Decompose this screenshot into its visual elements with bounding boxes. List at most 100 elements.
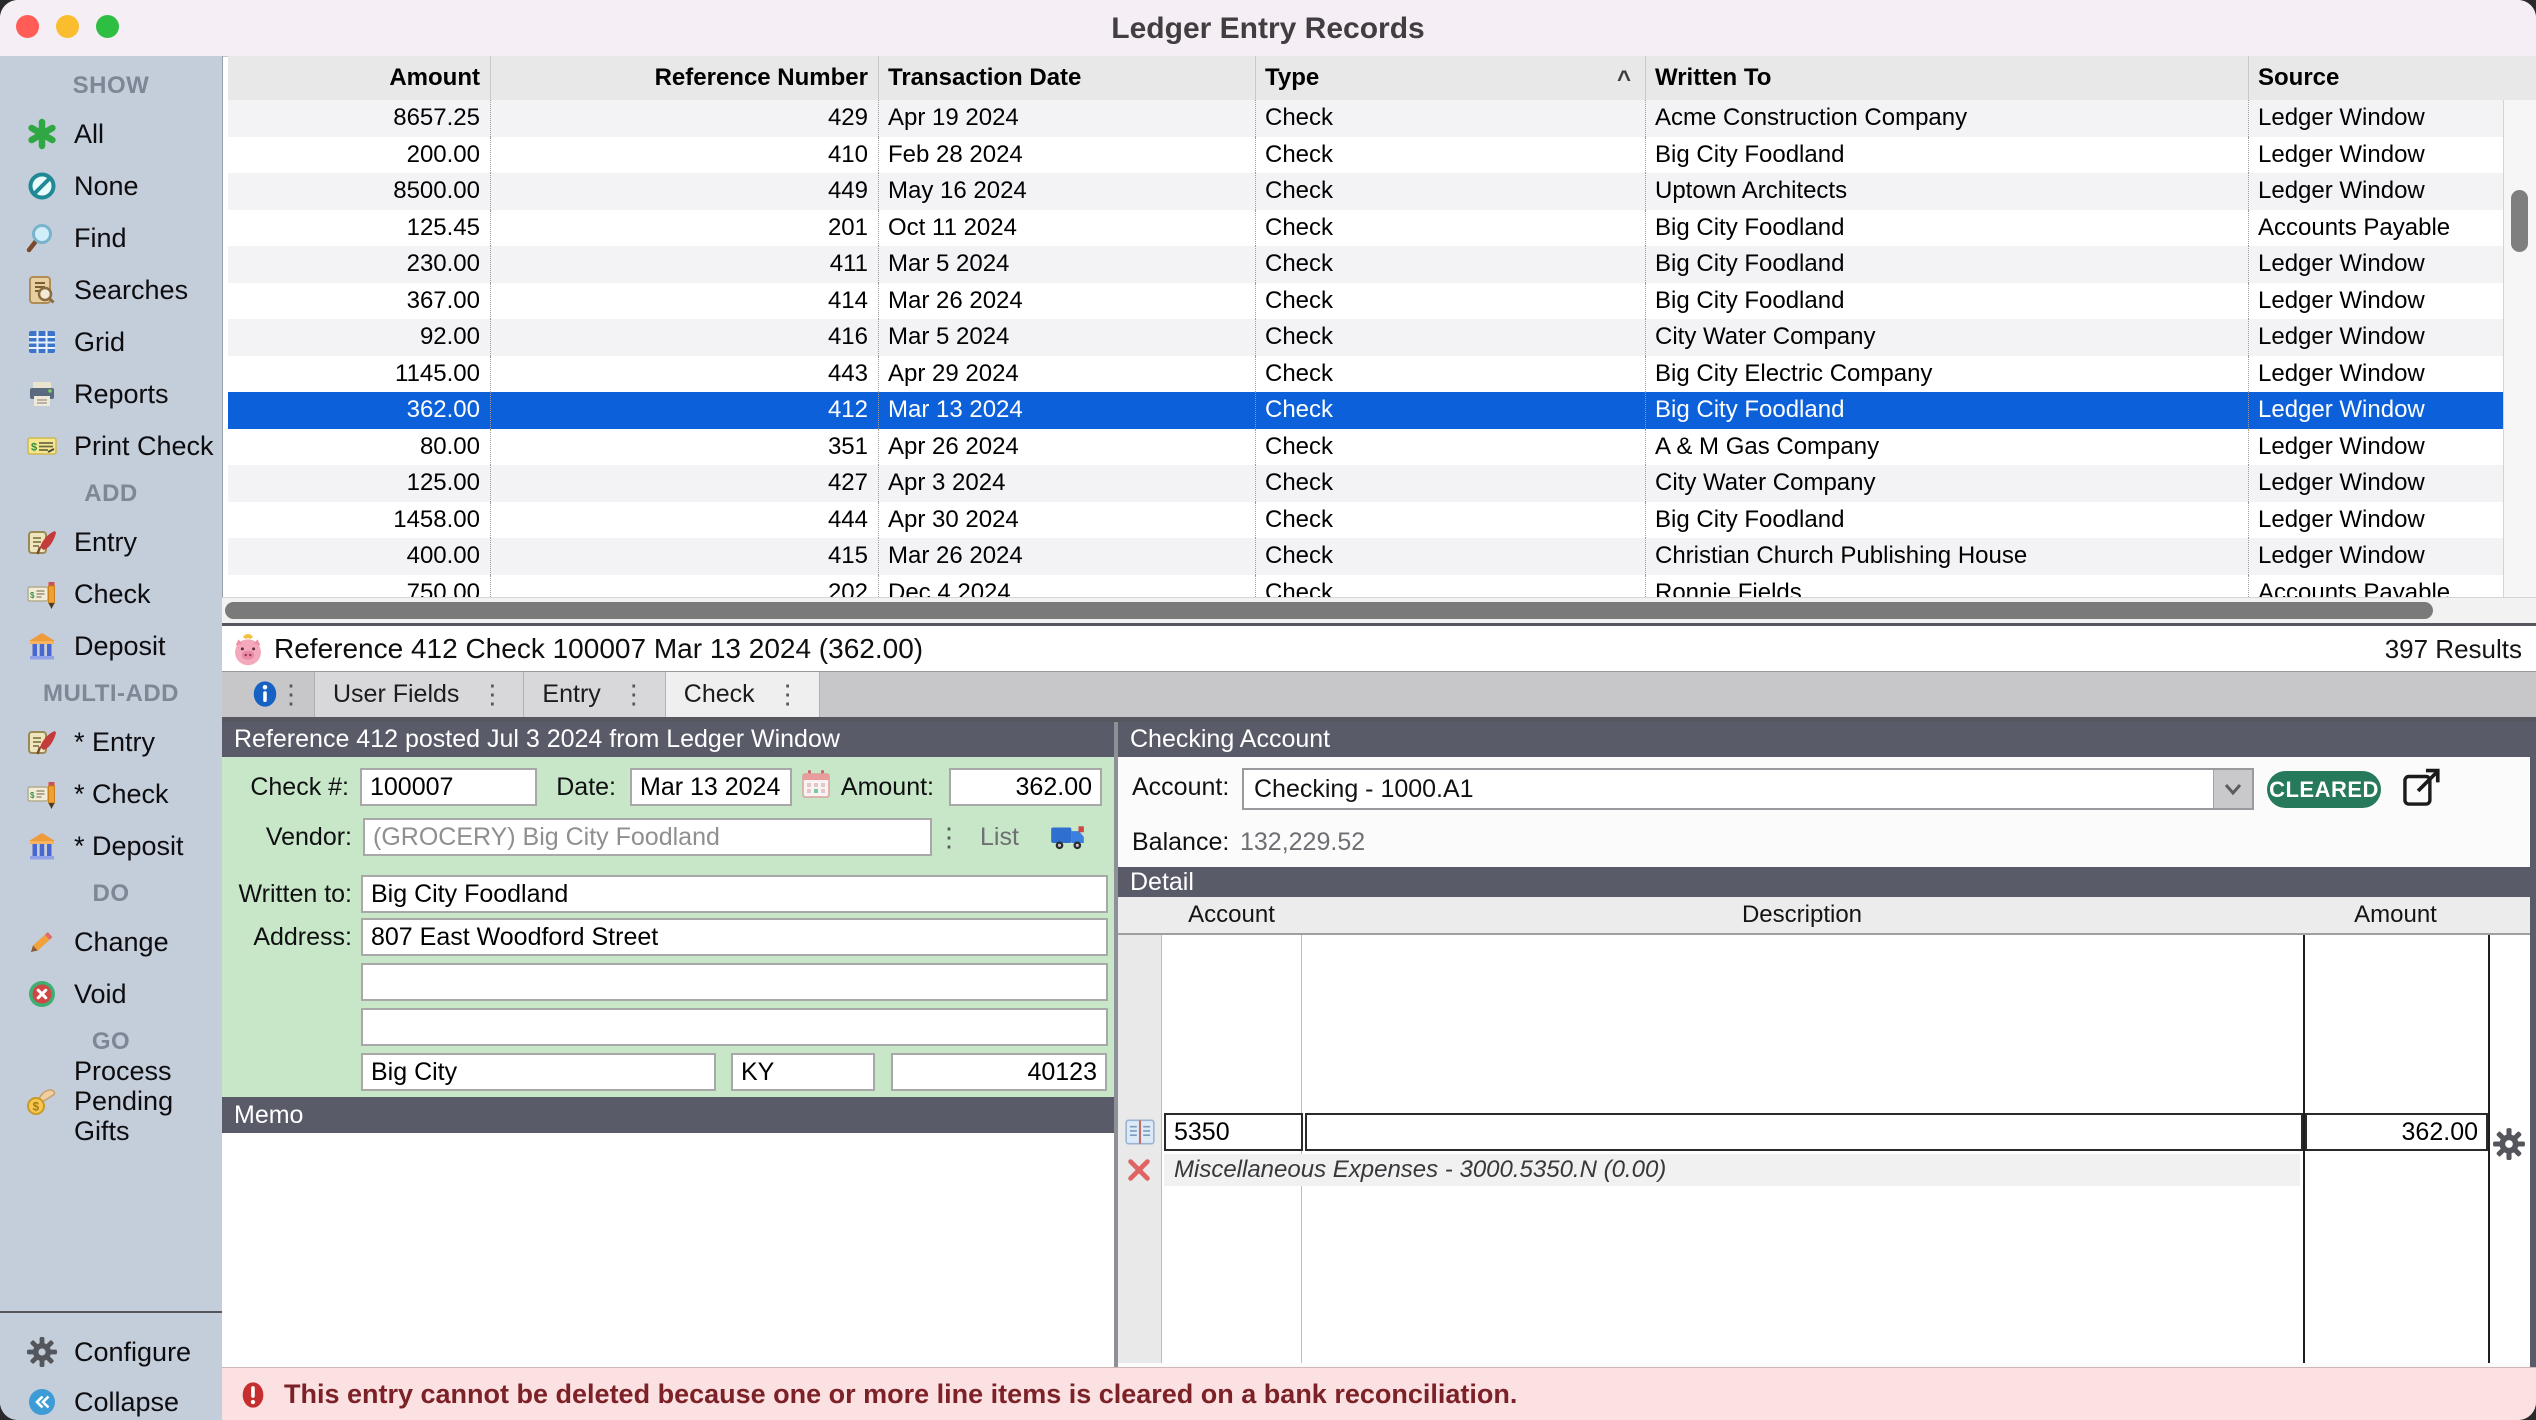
tab-menu-dots-icon[interactable]: ⋮ bbox=[621, 672, 647, 717]
cell-transaction-date: Apr 26 2024 bbox=[878, 429, 1255, 466]
sidebar-item-none[interactable]: None bbox=[0, 160, 222, 212]
column-header-transaction-date[interactable]: Transaction Date bbox=[878, 56, 1255, 100]
cell-written-to: Big City Electric Company bbox=[1645, 356, 2248, 393]
tab-info[interactable]: ⋮ bbox=[222, 672, 315, 717]
written-to-field[interactable]: Big City Foodland bbox=[361, 875, 1108, 913]
detail-description-field[interactable] bbox=[1305, 1113, 2303, 1151]
delete-line-icon[interactable] bbox=[1124, 1155, 1154, 1185]
state-field[interactable]: KY bbox=[731, 1053, 875, 1091]
date-label: Date: bbox=[522, 768, 616, 806]
memo-field[interactable] bbox=[222, 1133, 1114, 1367]
sidebar-item-searches[interactable]: Searches bbox=[0, 264, 222, 316]
table-row[interactable]: 1458.00444Apr 30 2024CheckBig City Foodl… bbox=[228, 502, 2504, 539]
detail-col-amount[interactable]: Amount bbox=[2303, 897, 2488, 933]
zip-field[interactable]: 40123 bbox=[891, 1053, 1107, 1091]
tab-user-fields[interactable]: User Fields⋮ bbox=[315, 672, 524, 717]
horizontal-scrollbar[interactable] bbox=[222, 597, 2536, 623]
sidebar-item-entry[interactable]: * Entry bbox=[0, 716, 222, 768]
sidebar-item-grid[interactable]: Grid bbox=[0, 316, 222, 368]
sidebar-item-check[interactable]: $* Check bbox=[0, 768, 222, 820]
vendor-menu-dots-icon[interactable]: ⋮ bbox=[936, 818, 962, 856]
sidebar-item-check[interactable]: $Check bbox=[0, 568, 222, 620]
row-settings-gear-icon[interactable] bbox=[2492, 1127, 2526, 1161]
tab-menu-dots-icon[interactable]: ⋮ bbox=[479, 672, 505, 717]
account-select[interactable]: Checking - 1000.A1 bbox=[1242, 768, 2254, 810]
table-row[interactable]: 92.00416Mar 5 2024CheckCity Water Compan… bbox=[228, 319, 2504, 356]
cell-transaction-date: May 16 2024 bbox=[878, 173, 1255, 210]
table-row[interactable]: 400.00415Mar 26 2024CheckChristian Churc… bbox=[228, 538, 2504, 575]
vendor-list-button[interactable]: List bbox=[980, 818, 1036, 856]
table-row[interactable]: 750.00202Dec 4 2024CheckRonnie FieldsAcc… bbox=[228, 575, 2504, 598]
sidebar-item-deposit[interactable]: * Deposit bbox=[0, 820, 222, 872]
sidebar-item-void[interactable]: Void bbox=[0, 968, 222, 1020]
table-row[interactable]: 230.00411Mar 5 2024CheckBig City Foodlan… bbox=[228, 246, 2504, 283]
sidebar-item-reports[interactable]: Reports bbox=[0, 368, 222, 420]
sidebar-item-change[interactable]: Change bbox=[0, 916, 222, 968]
sidebar-item-print-check[interactable]: $Print Check bbox=[0, 420, 222, 472]
detail-amount-field[interactable]: 362.00 bbox=[2305, 1113, 2488, 1151]
cell-written-to: Christian Church Publishing House bbox=[1645, 538, 2248, 575]
cell-amount: 125.00 bbox=[228, 465, 490, 502]
cell-reference-number: 411 bbox=[490, 246, 878, 283]
column-header-source[interactable]: Source bbox=[2248, 56, 2504, 100]
amount-field[interactable]: 362.00 bbox=[949, 768, 1102, 806]
sidebar-item-collapse[interactable]: Collapse bbox=[0, 1377, 222, 1420]
horizontal-scrollbar-thumb[interactable] bbox=[225, 602, 2433, 619]
cell-amount: 1145.00 bbox=[228, 356, 490, 393]
sidebar-item-deposit[interactable]: Deposit bbox=[0, 620, 222, 672]
detail-col-account[interactable]: Account bbox=[1162, 897, 1301, 933]
sidebar-item-process-pending-gifts[interactable]: $Process Pending Gifts bbox=[0, 1064, 222, 1138]
sidebar-item-entry[interactable]: Entry bbox=[0, 516, 222, 568]
column-header-reference-number[interactable]: Reference Number bbox=[490, 56, 878, 100]
address-line3-field[interactable] bbox=[361, 1008, 1108, 1046]
table-row[interactable]: 125.45201Oct 11 2024CheckBig City Foodla… bbox=[228, 210, 2504, 247]
table-row[interactable]: 367.00414Mar 26 2024CheckBig City Foodla… bbox=[228, 283, 2504, 320]
date-field[interactable]: Mar 13 2024 bbox=[630, 768, 792, 806]
cleared-badge[interactable]: CLEARED bbox=[2267, 771, 2381, 808]
bank-icon bbox=[26, 630, 58, 662]
table-row[interactable]: 8657.25429Apr 19 2024CheckAcme Construct… bbox=[228, 100, 2504, 137]
sidebar-item-label: Entry bbox=[74, 527, 137, 557]
address-line2-field[interactable] bbox=[361, 963, 1108, 1001]
records-table-header: AmountReference NumberTransaction DateTy… bbox=[228, 56, 2536, 102]
address-line1-field[interactable]: 807 East Woodford Street bbox=[361, 918, 1108, 956]
vertical-scrollbar-thumb[interactable] bbox=[2511, 190, 2528, 252]
cell-amount: 125.45 bbox=[228, 210, 490, 247]
table-row[interactable]: 362.00412Mar 13 2024CheckBig City Foodla… bbox=[228, 392, 2504, 429]
error-icon bbox=[238, 1379, 268, 1411]
check-number-field[interactable]: 100007 bbox=[360, 768, 537, 806]
external-link-icon[interactable] bbox=[2401, 766, 2443, 808]
table-row[interactable]: 1145.00443Apr 29 2024CheckBig City Elect… bbox=[228, 356, 2504, 393]
info-icon[interactable] bbox=[250, 679, 280, 709]
cell-type: Check bbox=[1255, 283, 1645, 320]
tab-entry[interactable]: Entry⋮ bbox=[524, 672, 665, 717]
chevron-down-icon[interactable] bbox=[2213, 770, 2252, 808]
tab-menu-dots-icon[interactable]: ⋮ bbox=[775, 672, 801, 717]
vertical-scrollbar[interactable] bbox=[2503, 100, 2536, 597]
detail-col-description[interactable]: Description bbox=[1301, 897, 2303, 933]
sidebar-item-find[interactable]: Find bbox=[0, 212, 222, 264]
table-row[interactable]: 200.00410Feb 28 2024CheckBig City Foodla… bbox=[228, 137, 2504, 174]
ledger-book-icon[interactable] bbox=[1123, 1115, 1157, 1149]
results-count: 397 Results bbox=[2385, 626, 2522, 672]
city-field[interactable]: Big City bbox=[361, 1053, 716, 1091]
cell-transaction-date: Mar 5 2024 bbox=[878, 246, 1255, 283]
sidebar-item-all[interactable]: All bbox=[0, 108, 222, 160]
vendor-field[interactable]: (GROCERY) Big City Foodland bbox=[363, 818, 932, 856]
column-header-written-to[interactable]: Written To bbox=[1645, 56, 2248, 100]
sidebar-item-configure[interactable]: Configure bbox=[0, 1327, 222, 1377]
sidebar-item-label: Grid bbox=[74, 327, 125, 357]
column-header-type[interactable]: Type^ bbox=[1255, 56, 1645, 100]
detail-account-field[interactable]: 5350 bbox=[1164, 1113, 1303, 1151]
cell-reference-number: 429 bbox=[490, 100, 878, 137]
sidebar-item-label: Collapse bbox=[74, 1387, 179, 1417]
table-row[interactable]: 80.00351Apr 26 2024CheckA & M Gas Compan… bbox=[228, 429, 2504, 466]
column-header-amount[interactable]: Amount bbox=[228, 56, 490, 100]
table-row[interactable]: 125.00427Apr 3 2024CheckCity Water Compa… bbox=[228, 465, 2504, 502]
cell-reference-number: 449 bbox=[490, 173, 878, 210]
table-row[interactable]: 8500.00449May 16 2024CheckUptown Archite… bbox=[228, 173, 2504, 210]
tab-menu-dots-icon[interactable]: ⋮ bbox=[278, 672, 304, 717]
tab-check[interactable]: Check⋮ bbox=[666, 672, 820, 717]
vendor-truck-icon[interactable] bbox=[1048, 818, 1090, 856]
column-header-label: Type bbox=[1265, 64, 1319, 91]
